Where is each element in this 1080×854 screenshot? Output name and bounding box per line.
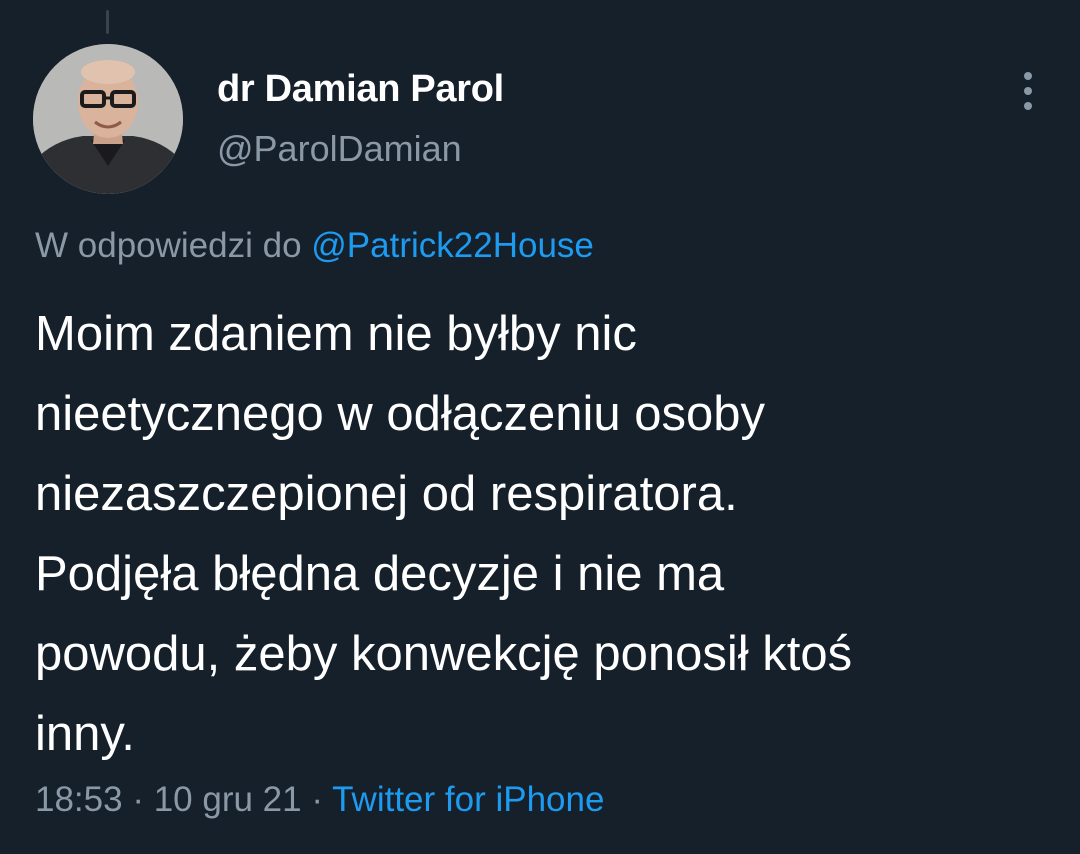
tweet-metadata: 18:53 · 10 gru 21 · Twitter for iPhone xyxy=(35,780,604,820)
avatar[interactable] xyxy=(33,44,183,194)
tweet-date[interactable]: 10 gru 21 xyxy=(154,780,302,819)
tweet-text-line: Moim zdaniem nie byłby nic xyxy=(35,307,637,361)
tweet-text-line: nieetycznego w odłączeniu osoby xyxy=(35,387,766,441)
reply-prefix: W odpowiedzi do xyxy=(35,226,302,265)
tweet-source-link[interactable]: Twitter for iPhone xyxy=(332,780,604,819)
tweet-text: Moim zdaniem nie byłby nic nieetycznego … xyxy=(35,294,1055,774)
tweet-time[interactable]: 18:53 xyxy=(35,780,123,819)
meta-separator: · xyxy=(311,780,324,819)
tweet-text-line: inny. xyxy=(35,707,135,761)
meta-separator: · xyxy=(132,780,144,819)
avatar-photo xyxy=(33,44,183,194)
tweet-text-line: powodu, żeby konwekcję ponosił ktoś xyxy=(35,627,853,681)
tweet-text-line: niezaszczepionej od respiratora. xyxy=(35,467,738,521)
more-options-button[interactable] xyxy=(1008,68,1048,114)
reply-mention-link[interactable]: @Patrick22House xyxy=(311,226,594,265)
tweet-text-line: Podjęła błędna decyzje i nie ma xyxy=(35,547,725,601)
author-display-name[interactable]: dr Damian Parol xyxy=(217,68,504,111)
author-handle[interactable]: @ParolDamian xyxy=(217,128,462,170)
thread-connector-line xyxy=(106,10,109,34)
reply-context: W odpowiedzi do @Patrick22House xyxy=(35,226,594,266)
